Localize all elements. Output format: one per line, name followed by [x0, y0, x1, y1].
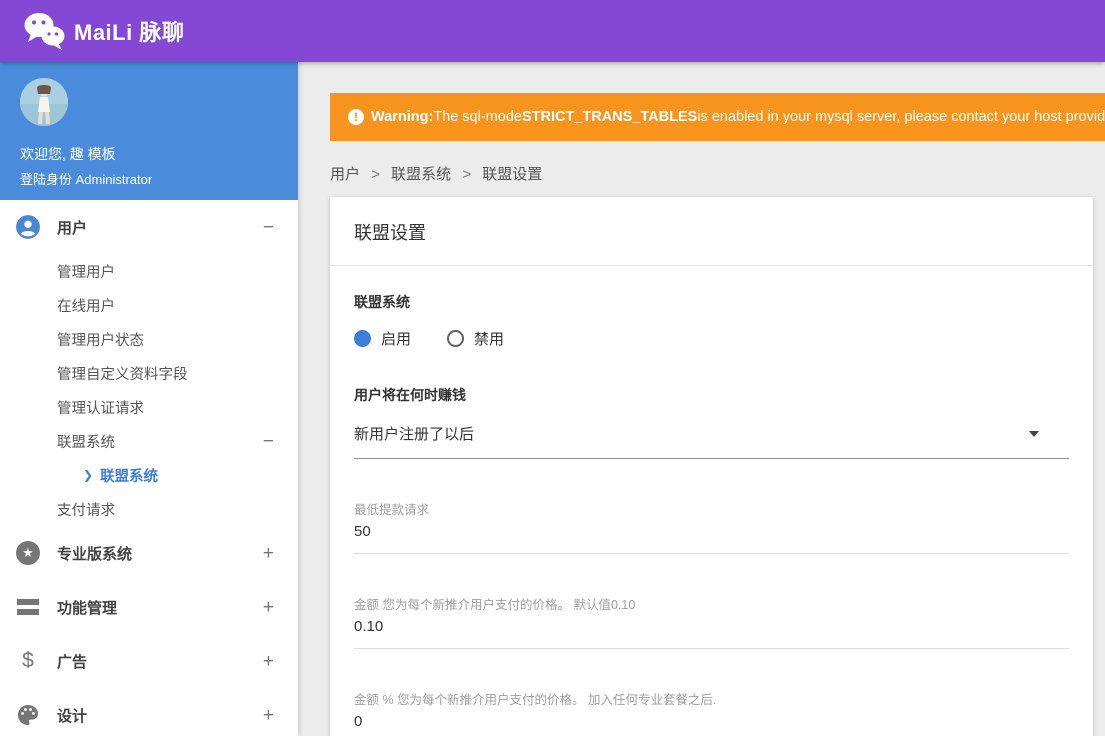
sidebar-item-ads[interactable]: $ 广告 + — [0, 634, 298, 688]
expand-icon[interactable]: + — [263, 652, 274, 671]
collapse-icon[interactable]: − — [263, 218, 274, 237]
referral-percent-label: 金额 % 您为每个新推介用户支付的价格。 加入任何专业套餐之后. — [354, 693, 717, 707]
warning-code: STRICT_TRANS_TABLES — [521, 109, 698, 125]
radio-disable[interactable]: 禁用 — [447, 328, 504, 349]
welcome-text: 欢迎您, 趣 模板 — [20, 146, 116, 162]
app-header: MaiLi 脉聊 — [0, 0, 1105, 62]
referral-percent-input[interactable] — [354, 708, 1069, 736]
affiliate-settings-card: 联盟设置 联盟系统 启用 禁用 用户将在何时赚钱 新用户注册了以后 最低提款请求… — [330, 197, 1093, 736]
main-content: ! Warning: The sql-mode STRICT_TRANS_TAB… — [298, 62, 1105, 736]
sidebar-item-manage-users[interactable]: 管理用户 — [0, 254, 298, 288]
breadcrumb-affiliate-settings: 联盟设置 — [482, 166, 543, 183]
radio-group: 启用 禁用 — [354, 328, 1069, 349]
dollar-icon: $ — [22, 649, 34, 672]
warning-text: is enabled in your mysql server, please … — [697, 109, 1105, 125]
warning-label: Warning: — [371, 109, 434, 125]
sidebar-item-user-status[interactable]: 管理用户状态 — [0, 322, 298, 356]
sidebar-item-verify-requests[interactable]: 管理认证请求 — [0, 390, 298, 424]
radio-enable-label: 启用 — [381, 331, 412, 348]
breadcrumb-separator: > — [371, 166, 380, 183]
earn-when-label: 用户将在何时赚钱 — [354, 387, 466, 403]
breadcrumb-separator: > — [462, 166, 472, 183]
sidebar-item-affiliate-system-active[interactable]: ❯ 联盟系统 — [0, 458, 298, 492]
login-role-text: 登陆身份 Administrator — [20, 172, 153, 187]
sidebar-item-payment-requests[interactable]: 支付请求 — [0, 492, 298, 526]
breadcrumb: 用户 > 联盟系统 > 联盟设置 — [330, 163, 1105, 184]
palette-icon — [15, 702, 41, 728]
expand-icon[interactable]: + — [263, 598, 274, 617]
expand-icon[interactable]: + — [263, 544, 274, 563]
sidebar-item-pro[interactable]: ★ 专业版系统 + — [0, 526, 298, 580]
sidebar-item-custom-fields[interactable]: 管理自定义资料字段 — [0, 356, 298, 390]
affiliate-system-label: 联盟系统 — [354, 294, 410, 310]
earn-when-select[interactable]: 新用户注册了以后 — [354, 421, 1069, 459]
sidebar-item-design[interactable]: 设计 + — [0, 688, 298, 736]
earn-when-value: 新用户注册了以后 — [354, 426, 475, 443]
sidebar-item-users[interactable]: 用户 − — [0, 200, 298, 254]
sidebar-profile: 欢迎您, 趣 模板 登陆身份 Administrator — [0, 62, 298, 200]
star-circle-icon: ★ — [15, 540, 41, 566]
warning-banner: ! Warning: The sql-mode STRICT_TRANS_TAB… — [330, 93, 1105, 141]
sidebar: 欢迎您, 趣 模板 登陆身份 Administrator 用户 − 管理用户 在… — [0, 62, 298, 736]
sidebar-item-features[interactable]: 功能管理 + — [0, 580, 298, 634]
sidebar-item-online-users[interactable]: 在线用户 — [0, 288, 298, 322]
referral-amount-field: 金额 您为每个新推介用户支付的价格。 默认值0.10 — [354, 594, 1069, 649]
min-withdraw-field: 最低提款请求 — [354, 499, 1069, 554]
bars-icon — [15, 594, 41, 620]
min-withdraw-label: 最低提款请求 — [354, 503, 430, 517]
warning-icon: ! — [348, 109, 364, 125]
radio-disable-label: 禁用 — [474, 331, 505, 348]
radio-selected-icon[interactable] — [354, 330, 371, 347]
earn-when-field: 用户将在何时赚钱 新用户注册了以后 — [354, 385, 1069, 459]
avatar[interactable] — [20, 78, 68, 126]
user-circle-icon — [15, 214, 41, 240]
chevron-right-icon: ❯ — [83, 468, 94, 482]
expand-icon[interactable]: + — [263, 706, 274, 725]
referral-amount-label: 金额 您为每个新推介用户支付的价格。 默认值0.10 — [354, 598, 636, 612]
sidebar-item-affiliate-group[interactable]: 联盟系统 − — [0, 424, 298, 458]
breadcrumb-users[interactable]: 用户 — [330, 166, 360, 183]
wechat-logo-icon — [22, 11, 66, 51]
affiliate-system-field: 联盟系统 启用 禁用 — [354, 292, 1069, 349]
card-body: 联盟系统 启用 禁用 用户将在何时赚钱 新用户注册了以后 最低提款请求 50 金… — [330, 266, 1093, 736]
referral-percent-field: 金额 % 您为每个新推介用户支付的价格。 加入任何专业套餐之后. — [354, 689, 1069, 736]
min-withdraw-input[interactable] — [354, 518, 1069, 554]
card-header: 联盟设置 — [330, 197, 1093, 266]
radio-enable[interactable]: 启用 — [354, 328, 411, 349]
sidebar-menu: 用户 − 管理用户 在线用户 管理用户状态 管理自定义资料字段 管理认证请求 联… — [0, 200, 298, 736]
app-title: MaiLi 脉聊 — [74, 20, 185, 45]
radio-unselected-icon[interactable] — [447, 330, 465, 347]
dropdown-caret-icon — [1029, 430, 1039, 437]
card-title: 联盟设置 — [354, 223, 426, 243]
breadcrumb-affiliate-system[interactable]: 联盟系统 — [391, 166, 451, 183]
collapse-icon[interactable]: − — [263, 432, 274, 451]
referral-amount-input[interactable] — [354, 613, 1069, 649]
warning-text: The sql-mode — [433, 109, 522, 125]
